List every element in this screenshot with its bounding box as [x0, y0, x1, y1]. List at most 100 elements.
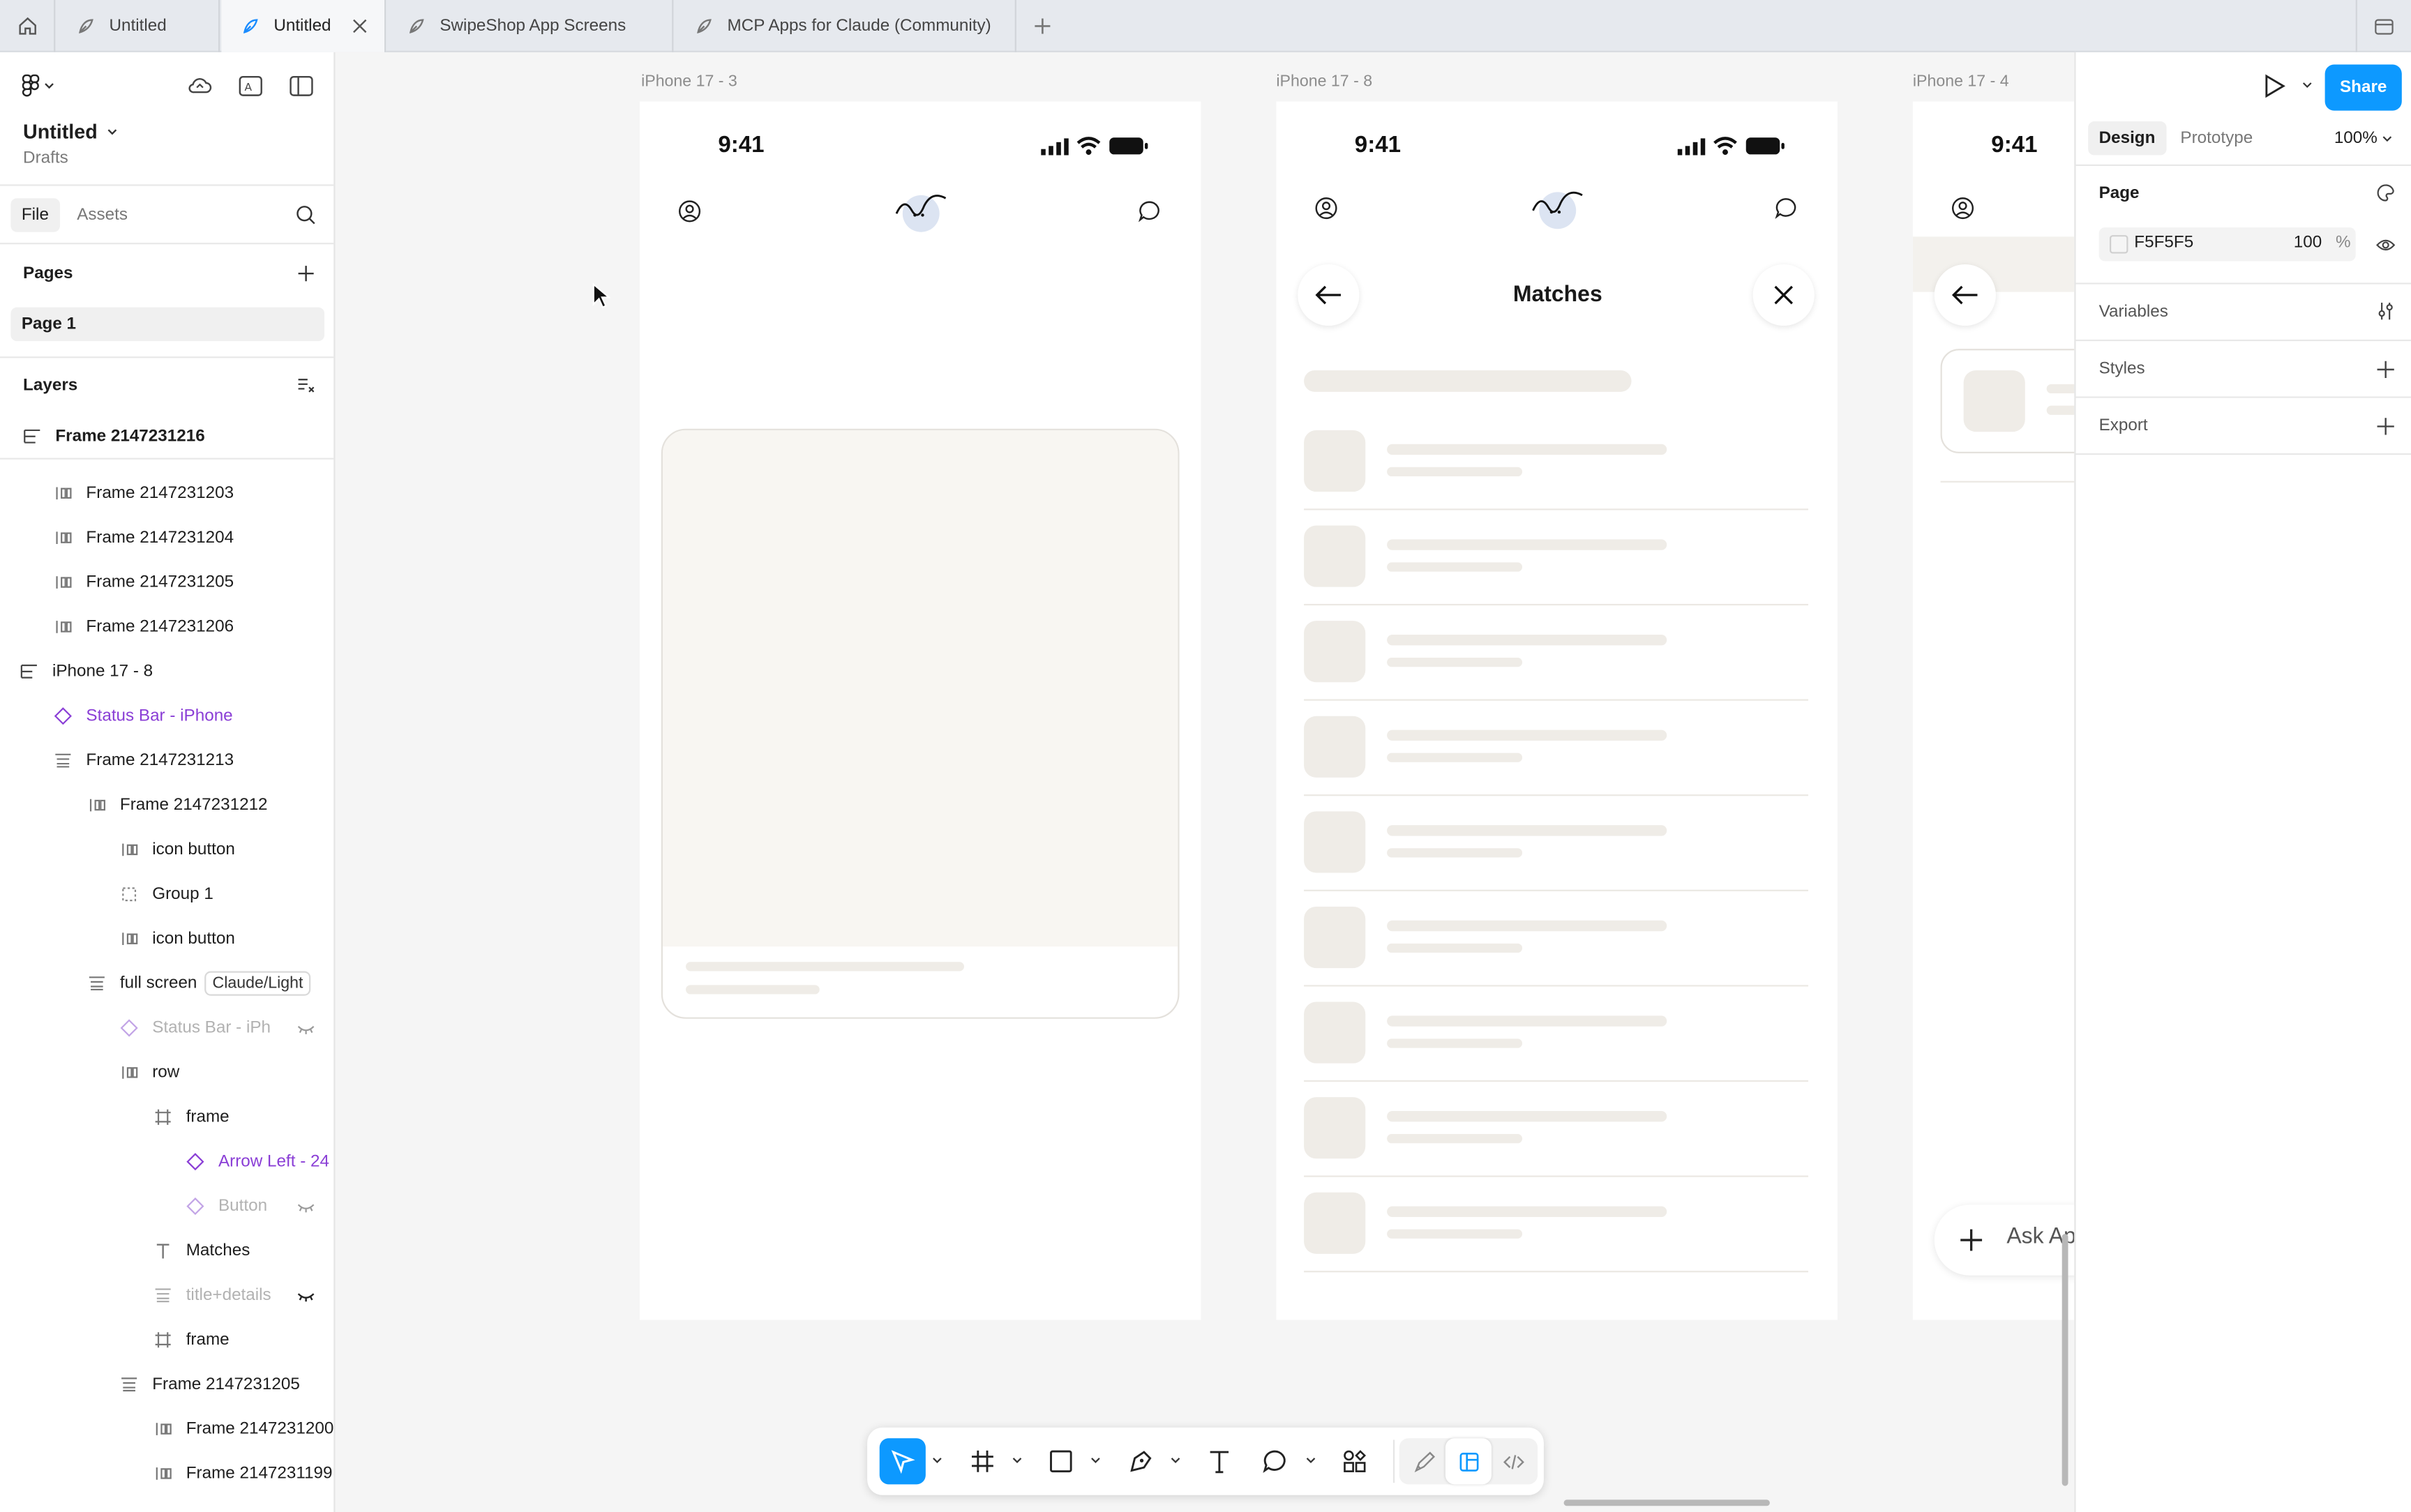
frame-label[interactable]: iPhone 17 - 8 [1276, 73, 1372, 91]
color-swatch[interactable] [2110, 235, 2128, 254]
play-icon[interactable] [2262, 74, 2286, 98]
tab-untitled-2[interactable]: Untitled [221, 0, 386, 52]
fill-hex[interactable]: F5F5F5 [2134, 234, 2193, 252]
page-item-1[interactable]: Page 1 [10, 307, 325, 342]
skeleton-line [686, 962, 964, 972]
horizontal-scrollbar[interactable] [1563, 1499, 1770, 1506]
sidebar-toggle-button[interactable] [2355, 0, 2411, 52]
tab-design[interactable]: Design [2088, 121, 2166, 156]
user-circle-icon[interactable] [1951, 197, 1974, 220]
layer-label: Frame 2147231200 [186, 1419, 334, 1439]
chevron-down-icon[interactable] [1305, 1457, 1316, 1465]
cloud-icon[interactable] [186, 74, 214, 98]
pen-tool-button[interactable] [1118, 1438, 1164, 1484]
layer-row[interactable]: Arrow Left - 24 [186, 1147, 329, 1177]
chevron-down-icon[interactable] [2302, 82, 2313, 89]
layer-row[interactable]: Frame 2147231213 [54, 746, 234, 776]
layer-row[interactable]: Frame 2147231205 [54, 567, 234, 598]
layer-row[interactable]: frame [153, 1324, 230, 1355]
phone-frame-3[interactable]: 9:41 Ask Ap [1912, 101, 2075, 1320]
eye-icon[interactable] [2375, 235, 2396, 255]
close-button[interactable] [1752, 264, 1815, 326]
layer-row[interactable]: title+details [153, 1280, 271, 1310]
search-icon[interactable] [295, 204, 317, 226]
layer-row[interactable]: Matches [153, 1235, 250, 1266]
chat-bubble-icon[interactable] [1138, 199, 1161, 222]
layer-row[interactable]: frame [153, 1102, 230, 1133]
chevron-down-icon[interactable] [932, 1457, 942, 1465]
eye-closed-icon[interactable] [296, 1202, 315, 1214]
ask-input[interactable]: Ask Ap [1934, 1204, 2075, 1276]
tab-prototype[interactable]: Prototype [2180, 121, 2253, 155]
layer-row[interactable]: Status Bar - iPhone [54, 701, 233, 732]
eye-closed-icon[interactable] [296, 1291, 315, 1303]
plus-icon[interactable] [1030, 14, 1055, 38]
chevron-down-icon[interactable] [1170, 1457, 1180, 1465]
variable-mode-chip[interactable]: Claude/Light [204, 971, 311, 996]
layer-row[interactable]: Frame 2147231212 [88, 789, 268, 820]
layer-row[interactable]: Frame 2147231199 [153, 1458, 333, 1489]
share-button[interactable]: Share [2324, 64, 2402, 111]
canvas[interactable]: iPhone 17 - 3 9:41 iPhone 17 - 8 9:41 Ma… [336, 54, 2075, 1512]
layer-row[interactable]: Frame 2147231206 [54, 612, 234, 642]
layer-row[interactable]: Frame 2147231205 [120, 1369, 300, 1400]
skeleton-thumb [1963, 370, 2025, 432]
back-button[interactable] [1298, 264, 1360, 326]
tab-swipeshop[interactable]: SwipeShop App Screens [387, 0, 674, 52]
layer-row[interactable]: Group 1 [120, 879, 213, 909]
tab-untitled-1[interactable]: Untitled [57, 0, 220, 52]
draw-mode-button[interactable] [1401, 1438, 1447, 1484]
actions-button[interactable] [1332, 1438, 1378, 1484]
layer-row[interactable]: Frame 2147231204 [54, 522, 234, 553]
layer-row[interactable]: icon button [120, 834, 235, 865]
layer-row[interactable]: row [120, 1057, 179, 1088]
phone-frame-2[interactable]: 9:41 Matches [1276, 101, 1838, 1320]
comment-tool-button[interactable] [1252, 1438, 1298, 1484]
frame-label[interactable]: iPhone 17 - 3 [641, 73, 737, 91]
zoom-dropdown[interactable]: 100% [2334, 121, 2393, 155]
layer-row[interactable]: Button [186, 1191, 267, 1222]
plus-icon[interactable] [2375, 416, 2396, 437]
chevron-down-icon[interactable] [1090, 1457, 1101, 1465]
color-picker-icon[interactable] [2375, 183, 2396, 203]
add-page-plus-icon[interactable] [296, 264, 315, 282]
tab-mcp-apps[interactable]: MCP Apps for Claude (Community) [675, 0, 1016, 52]
design-mode-button[interactable] [1445, 1438, 1492, 1485]
move-tool-button[interactable] [879, 1438, 926, 1485]
text-tool-button[interactable] [1196, 1438, 1242, 1484]
main-menu-button[interactable] [22, 74, 55, 98]
phone-frame-1[interactable]: 9:41 [639, 101, 1201, 1320]
vertical-scrollbar[interactable] [2061, 1234, 2068, 1486]
sidebar-icon[interactable] [287, 74, 315, 98]
collapse-layers-icon[interactable] [296, 377, 315, 395]
file-title[interactable]: Untitled [23, 120, 119, 143]
dev-mode-button[interactable] [1490, 1438, 1536, 1484]
layer-row[interactable]: Frame 2147231203 [54, 478, 234, 508]
user-circle-icon[interactable] [678, 199, 701, 222]
file-location[interactable]: Drafts [23, 149, 68, 167]
frame-label[interactable]: iPhone 17 - 4 [1913, 73, 2009, 91]
plus-icon[interactable] [2375, 360, 2396, 380]
eye-closed-icon[interactable] [296, 1023, 315, 1036]
back-button[interactable] [1934, 264, 1996, 326]
page-fill-input[interactable]: F5F5F5 100 % [2098, 227, 2356, 262]
close-icon[interactable] [351, 17, 369, 35]
plus-icon[interactable] [1959, 1227, 1983, 1252]
layer-row[interactable]: full screen Claude/Light [88, 968, 311, 999]
chat-bubble-icon[interactable] [1775, 197, 1798, 220]
user-circle-icon[interactable] [1315, 197, 1338, 220]
layer-row[interactable]: Frame 2147231200 [153, 1414, 333, 1444]
layer-row[interactable]: Frame 2147231216 [23, 421, 205, 452]
layer-row[interactable]: icon button [120, 923, 235, 954]
fill-opacity[interactable]: 100 [2282, 234, 2322, 252]
tab-assets[interactable]: Assets [77, 198, 128, 232]
layer-row[interactable]: iPhone 17 - 8 [20, 656, 153, 687]
layer-row[interactable]: Status Bar - iPh [120, 1013, 271, 1043]
text-style-icon[interactable]: A [236, 74, 264, 98]
chevron-down-icon[interactable] [1012, 1457, 1022, 1465]
home-button[interactable] [0, 0, 56, 52]
tab-file[interactable]: File [10, 198, 60, 232]
frame-tool-button[interactable] [959, 1438, 1005, 1484]
shape-tool-button[interactable] [1038, 1438, 1084, 1484]
sliders-icon[interactable] [2375, 301, 2396, 322]
